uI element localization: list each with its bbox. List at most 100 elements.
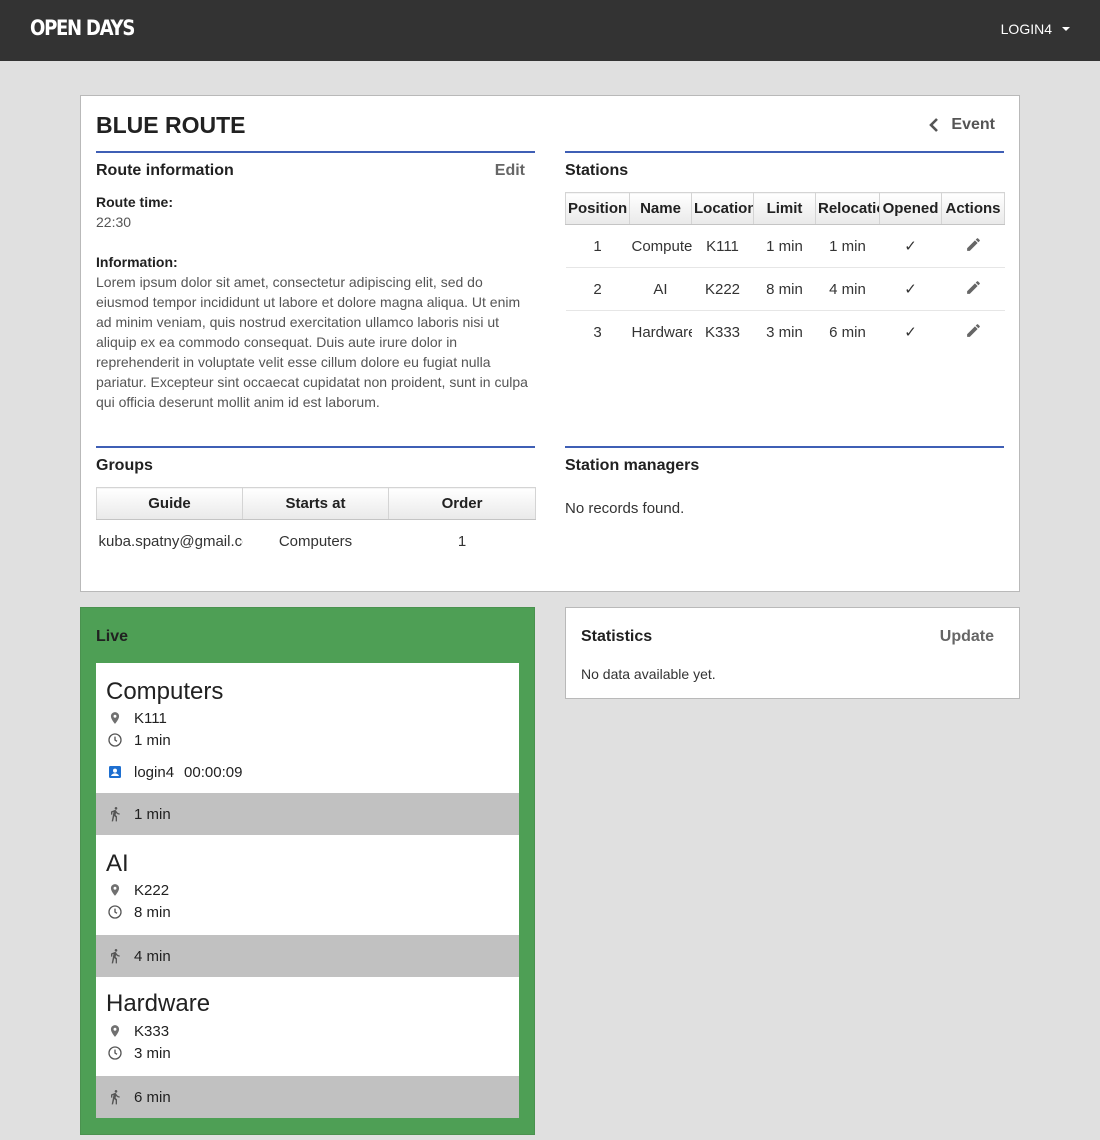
live-title: Live [96, 628, 129, 645]
live-station-guide: login4 00:00:09 [106, 763, 242, 781]
cell-relocation: 1 min [815, 224, 880, 268]
back-to-event-link[interactable]: Event [929, 116, 995, 134]
information-label: Information: [96, 254, 178, 270]
groups-title: Groups [96, 457, 153, 474]
groups-section: Groups Guide Starts at Order kuba.spatny… [96, 446, 536, 566]
page-title: BLUE ROUTE [96, 112, 246, 138]
caret-down-icon [1062, 27, 1070, 31]
app-logo[interactable]: OPEN DAYS [30, 16, 135, 40]
cell-opened: ✓ [904, 324, 917, 342]
information-text: Lorem ipsum dolor sit amet, consectetur … [96, 274, 528, 410]
cell-starts-at: Computers [278, 532, 353, 550]
update-statistics-button[interactable]: Update [940, 628, 994, 646]
column-header-name[interactable]: Name [629, 192, 692, 225]
cell-name: AI [629, 267, 692, 311]
table-row: 2 AI K222 8 min 4 min ✓ [565, 267, 1005, 311]
live-station-limit: 1 min [106, 731, 171, 749]
table-row: 3 Hardware K333 3 min 6 min ✓ [566, 311, 1005, 354]
cell-location: K111 [691, 224, 754, 268]
live-card: Live Computers K111 1 min login4 00:00:0… [80, 607, 535, 1135]
relocation-time: 1 min [106, 805, 171, 823]
cell-name: Hardware [631, 323, 692, 341]
edit-route-button[interactable]: Edit [495, 162, 525, 180]
live-station-location: K222 [106, 881, 169, 899]
top-bar: OPEN DAYS LOGIN4 [0, 0, 1100, 61]
walking-icon [106, 805, 124, 823]
user-menu[interactable]: LOGIN4 [1001, 21, 1070, 37]
cell-actions [942, 311, 1005, 354]
live-station-limit: 8 min [106, 903, 171, 921]
walking-icon [106, 1088, 124, 1106]
edit-pencil-icon[interactable] [965, 322, 982, 339]
no-records-message: No records found. [565, 500, 685, 517]
route-time-value: 22:30 [96, 214, 132, 230]
relocation-time: 6 min [106, 1088, 171, 1106]
column-header-limit[interactable]: Limit [753, 192, 816, 225]
cell-guide: kuba.spatny@gmail.com [98, 532, 243, 550]
station-managers-section: Station managers No records found. [565, 446, 1004, 566]
stations-table: Position Name Location Limit Relocation … [565, 192, 1005, 354]
live-station-name: Hardware [106, 990, 211, 1017]
route-time-label: Route time: [96, 194, 173, 210]
cell-order: 1 [457, 532, 467, 550]
live-station-name: Computers [106, 678, 224, 705]
user-name: LOGIN4 [1000, 21, 1052, 37]
column-header-relocation[interactable]: Relocation [815, 192, 880, 225]
live-station-name: AI [106, 850, 129, 877]
cell-name: Computers [629, 224, 692, 268]
clock-icon [106, 1044, 124, 1062]
cell-limit: 1 min [753, 224, 816, 268]
cell-position: 2 [565, 267, 630, 311]
cell-position: 3 [593, 323, 602, 341]
clock-icon [106, 903, 124, 921]
map-marker-icon [106, 709, 124, 727]
back-label: Event [951, 116, 995, 133]
map-marker-icon [106, 1022, 124, 1040]
live-station-limit: 3 min [106, 1044, 171, 1062]
chevron-left-icon [929, 118, 939, 132]
edit-pencil-icon[interactable] [965, 279, 982, 296]
table-row: 1 Computers K111 1 min 1 min ✓ [565, 224, 1005, 268]
cell-location: K222 [691, 267, 754, 311]
walking-icon [106, 947, 124, 965]
column-header-starts-at[interactable]: Starts at [242, 487, 389, 520]
table-row: kuba.spatny@gmail.com Computers 1 [97, 520, 536, 563]
relocation-time: 4 min [106, 947, 171, 965]
column-header-guide[interactable]: Guide [96, 487, 243, 520]
statistics-title: Statistics [581, 628, 653, 645]
column-header-opened[interactable]: Opened [879, 192, 942, 225]
statistics-card: Statistics Update No data available yet. [565, 607, 1020, 699]
edit-pencil-icon[interactable] [965, 236, 982, 253]
relocation-bar: 6 min [96, 1076, 519, 1118]
column-header-actions: Actions [941, 192, 1005, 225]
route-info-section: Route information Edit Route time: 22:30… [96, 151, 535, 421]
cell-location: K333 [704, 323, 741, 341]
stations-title: Stations [565, 162, 629, 179]
live-station-location: K333 [106, 1022, 169, 1040]
user-badge-icon [106, 763, 124, 781]
guide-name: login4 [134, 763, 175, 781]
relocation-bar: 1 min [96, 793, 519, 835]
cell-actions [941, 267, 1005, 311]
column-header-location[interactable]: Location [691, 192, 754, 225]
no-data-message: No data available yet. [581, 666, 716, 682]
cell-actions [941, 224, 1005, 268]
groups-table: Guide Starts at Order kuba.spatny@gmail.… [96, 487, 536, 563]
cell-opened: ✓ [879, 267, 942, 311]
cell-limit: 8 min [753, 267, 816, 311]
live-station-card: Computers K111 1 min login4 00:00:09 [96, 663, 519, 793]
live-station-card: AI K222 8 min [96, 835, 519, 935]
cell-relocation: 4 min [815, 267, 880, 311]
clock-icon [106, 731, 124, 749]
route-info-title: Route information [96, 162, 234, 179]
live-station-location: K111 [106, 709, 167, 727]
route-card: BLUE ROUTE Event Route information Edit … [80, 95, 1020, 592]
cell-relocation: 6 min [829, 323, 866, 341]
column-header-order[interactable]: Order [388, 487, 536, 520]
stations-section: Stations Position Name Location Limit Re… [565, 151, 1005, 421]
station-managers-title: Station managers [565, 457, 700, 474]
live-station-card: Hardware K333 3 min [96, 977, 519, 1077]
map-marker-icon [106, 881, 124, 899]
column-header-position[interactable]: Position [565, 192, 630, 225]
cell-opened: ✓ [879, 224, 942, 268]
